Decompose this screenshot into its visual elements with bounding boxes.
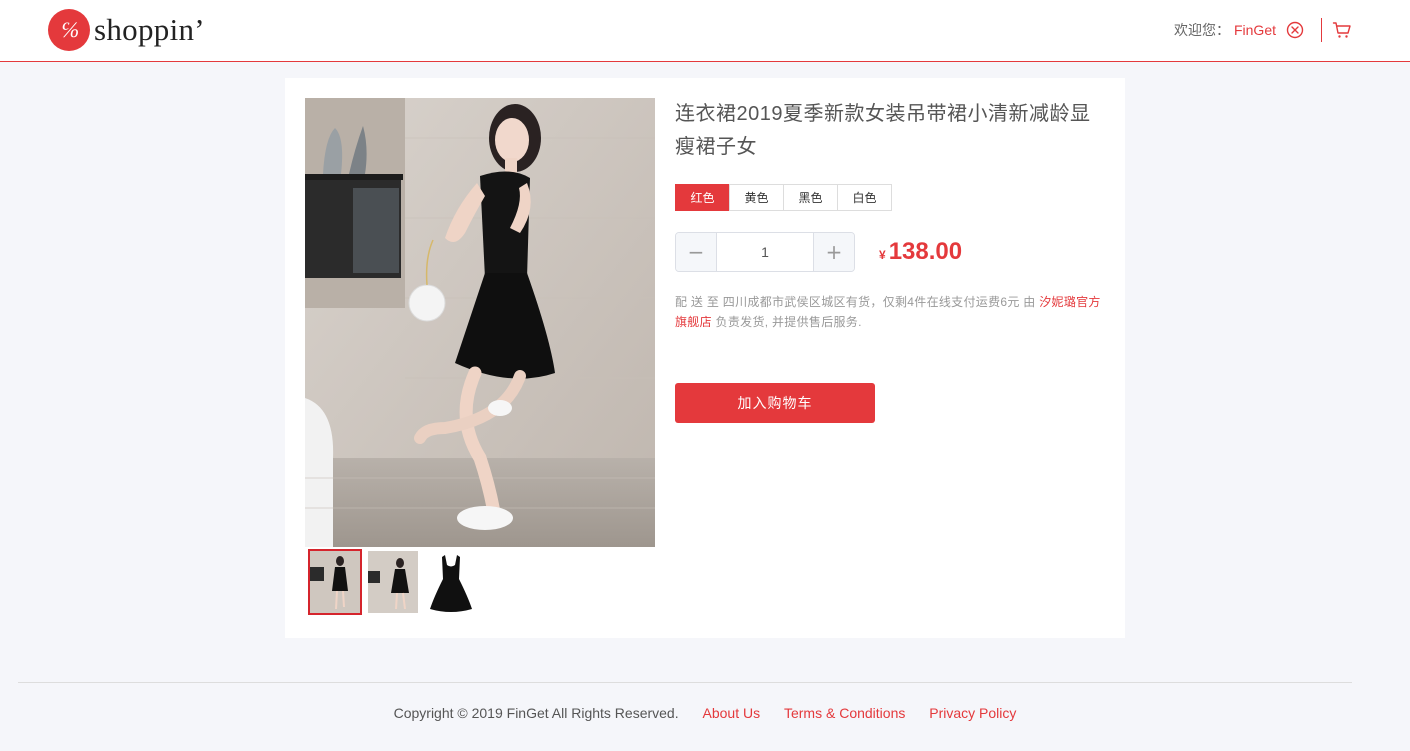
- product-photo: [305, 98, 655, 547]
- user-area: 欢迎您： FinGet: [1174, 16, 1352, 44]
- logo-mark: ℅: [48, 9, 90, 51]
- currency-symbol: ¥: [879, 248, 886, 262]
- cart-icon[interactable]: [1332, 20, 1352, 40]
- delivery-suffix: 负责发货, 并提供售后服务.: [711, 315, 862, 329]
- footer-link-terms[interactable]: Terms & Conditions: [784, 705, 905, 721]
- quantity-stepper: − +: [675, 232, 855, 272]
- logo-text: shoppin’: [94, 12, 205, 47]
- color-option-yellow[interactable]: 黄色: [729, 184, 784, 211]
- color-option-black[interactable]: 黑色: [783, 184, 838, 211]
- color-selector: 红色 黄色 黑色 白色: [675, 184, 1105, 211]
- product-title: 连衣裙2019夏季新款女装吊带裙小清新减龄显瘦裙子女: [675, 103, 1091, 158]
- increase-quantity-button[interactable]: +: [813, 233, 854, 271]
- delivery-text: 配 送 至 四川成都市武侯区城区有货，仅剩4件在线支付运费6元 由: [675, 295, 1040, 309]
- footer-link-privacy[interactable]: Privacy Policy: [929, 705, 1016, 721]
- product-price: ¥ 138.00: [879, 238, 962, 266]
- site-footer: Copyright © 2019 FinGet All Rights Reser…: [0, 705, 1410, 721]
- thumbnail-2[interactable]: [366, 549, 420, 615]
- price-amount: 138.00: [888, 238, 963, 265]
- copyright-text: Copyright © 2019 FinGet All Rights Reser…: [393, 705, 679, 721]
- decrease-quantity-button[interactable]: −: [676, 233, 717, 271]
- thumbnail-3[interactable]: [424, 549, 478, 615]
- product-main-image: [305, 98, 655, 547]
- add-to-cart-button[interactable]: 加入购物车: [675, 383, 875, 423]
- quantity-input[interactable]: [717, 233, 813, 271]
- username-link[interactable]: FinGet: [1234, 22, 1276, 38]
- welcome-label: 欢迎您：: [1173, 22, 1230, 38]
- site-logo[interactable]: ℅ shoppin’: [48, 9, 205, 51]
- product-card: 连衣裙2019夏季新款女装吊带裙小清新减龄显瘦裙子女 红色 黄色 黑色 白色 −…: [285, 78, 1125, 638]
- footer-divider: [18, 682, 1352, 683]
- product-info: 连衣裙2019夏季新款女装吊带裙小清新减龄显瘦裙子女 红色 黄色 黑色 白色 −…: [675, 98, 1105, 423]
- color-option-white[interactable]: 白色: [837, 184, 892, 211]
- thumbnail-strip: [308, 549, 478, 615]
- color-option-red[interactable]: 红色: [675, 184, 730, 211]
- delivery-info: 配 送 至 四川成都市武侯区城区有货，仅剩4件在线支付运费6元 由 汐妮璐官方旗…: [675, 292, 1105, 332]
- header-divider: [1321, 18, 1322, 42]
- logout-icon[interactable]: [1286, 21, 1304, 39]
- footer-link-about[interactable]: About Us: [703, 705, 761, 721]
- quantity-price-row: − + ¥ 138.00: [675, 232, 1105, 272]
- site-header: ℅ shoppin’ 欢迎您： FinGet: [0, 0, 1410, 62]
- thumbnail-1[interactable]: [308, 549, 362, 615]
